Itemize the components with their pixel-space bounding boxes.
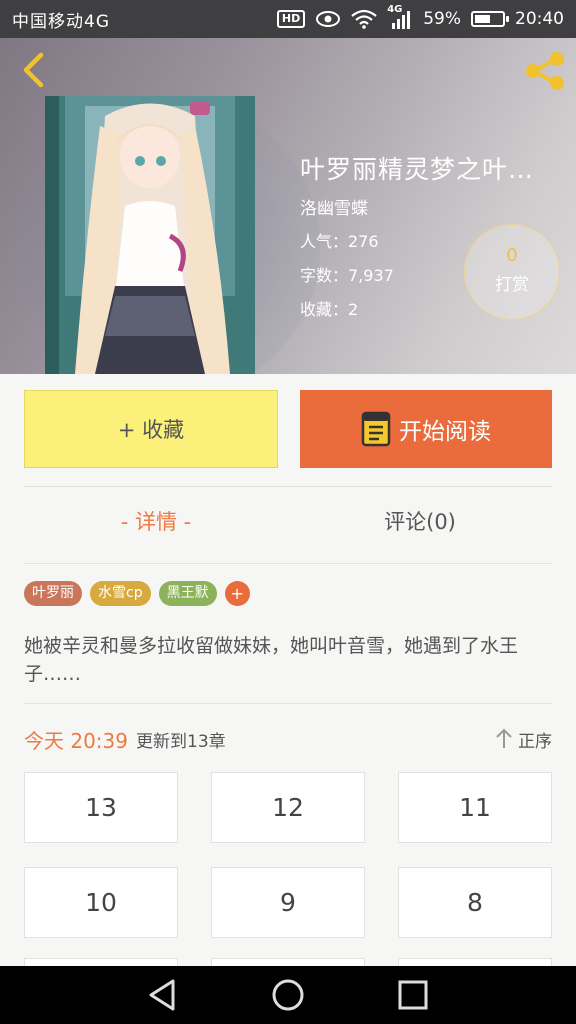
book-cover-image[interactable] — [45, 96, 255, 374]
update-date: 今天 20:39 — [24, 728, 128, 753]
arrow-up-icon — [496, 728, 512, 748]
divider — [24, 486, 552, 487]
book-header: 叶罗丽精灵梦之叶… 洛幽雪蝶 人气：276 字数：7,937 收藏：2 0 打赏 — [0, 38, 576, 374]
chapter-button[interactable]: 8 — [398, 867, 552, 938]
nav-back-icon[interactable] — [143, 975, 183, 1015]
battery-icon — [471, 11, 509, 27]
status-icons: HD 4G 59% 20:40 — [276, 4, 564, 30]
book-author[interactable]: 洛幽雪蝶 — [300, 194, 368, 219]
chapter-button-partial[interactable] — [211, 958, 365, 966]
add-favorite-button[interactable]: + 收藏 — [24, 390, 278, 468]
add-tag-button[interactable]: + — [224, 581, 250, 606]
system-nav-bar — [0, 966, 576, 1024]
sort-order-button[interactable]: 正序 — [494, 727, 552, 752]
divider — [24, 703, 552, 704]
chapter-button[interactable]: 13 — [24, 772, 178, 843]
tip-count: 0 — [506, 245, 518, 266]
carrier-label: 中国移动4G — [12, 11, 110, 32]
chapter-button[interactable]: 10 — [24, 867, 178, 938]
tag-list: 叶罗丽 水雪cp 黑王默 + — [24, 581, 250, 606]
book-icon — [361, 411, 391, 447]
start-reading-button[interactable]: 开始阅读 — [300, 390, 552, 468]
status-bar: 中国移动4G HD 4G 59% 20:40 — [0, 0, 576, 38]
chapter-button-partial[interactable] — [398, 958, 552, 966]
book-title: 叶罗丽精灵梦之叶… — [300, 155, 535, 184]
chapter-button[interactable]: 11 — [398, 772, 552, 843]
favorites-count: 收藏：2 — [300, 300, 359, 319]
chapter-button-partial[interactable] — [24, 958, 178, 966]
tag-item[interactable]: 叶罗丽 — [24, 581, 82, 606]
eye-icon — [316, 11, 341, 27]
tag-item[interactable]: 水雪cp — [90, 581, 151, 606]
chapter-button[interactable]: 12 — [211, 772, 365, 843]
tab-detail[interactable]: - 详情 - — [24, 506, 288, 536]
share-icon[interactable] — [522, 50, 568, 92]
battery-level — [475, 15, 490, 23]
divider — [24, 563, 552, 564]
wifi-icon — [351, 9, 377, 29]
start-reading-label: 开始阅读 — [399, 419, 491, 445]
word-count: 字数：7,937 — [300, 266, 394, 285]
tip-button[interactable]: 0 打赏 — [464, 224, 560, 320]
sort-order-label: 正序 — [518, 731, 552, 752]
popularity-count: 人气：276 — [300, 232, 379, 251]
nav-home-icon[interactable] — [268, 975, 308, 1015]
chapter-grid: 13 12 11 10 9 8 — [24, 772, 552, 938]
tag-item[interactable]: 黑王默 — [158, 581, 217, 606]
chapter-button[interactable]: 9 — [211, 867, 365, 938]
clock: 20:40 — [515, 9, 564, 29]
back-button[interactable] — [14, 50, 54, 90]
add-favorite-label: + 收藏 — [117, 418, 185, 442]
nav-recents-icon[interactable] — [393, 975, 433, 1015]
battery-percent: 59% — [423, 9, 461, 29]
tab-comments[interactable]: 评论(0) — [288, 506, 552, 536]
tip-label: 打赏 — [495, 275, 529, 295]
update-text: 更新到13章 — [136, 731, 226, 752]
hd-icon: HD — [276, 10, 306, 28]
signal-icon: 4G — [387, 4, 413, 30]
update-row: 今天 20:39 更新到13章 正序 — [24, 724, 552, 754]
book-description: 她被辛灵和曼多拉收留做妹妹，她叫叶音雪，她遇到了水王子…… — [24, 635, 519, 685]
